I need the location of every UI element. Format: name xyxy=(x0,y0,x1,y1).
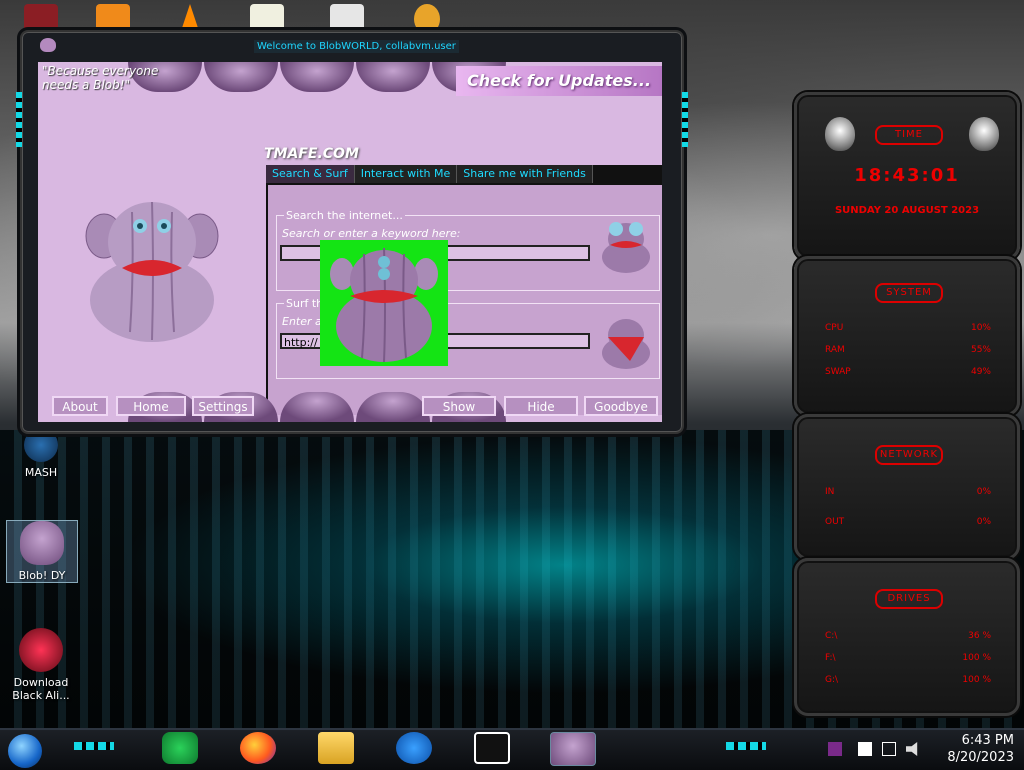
slogan-text: "Because everyone needs a Blob!" xyxy=(42,64,159,92)
drive-f-label: F:\ xyxy=(825,653,836,663)
alien-head-icon xyxy=(969,117,999,151)
blob-segment xyxy=(280,62,354,92)
tab-search-surf[interactable]: Search & Surf xyxy=(266,165,355,183)
drive-f-row: F:\ 100 % xyxy=(825,653,991,663)
drive-g-label: G:\ xyxy=(825,675,839,685)
about-button[interactable]: About xyxy=(52,396,108,416)
net-out-value: 0% xyxy=(976,517,991,527)
tray-app-icon[interactable] xyxy=(828,742,842,756)
desktop-icon-label: Download Black Ali... xyxy=(12,676,70,702)
desktop-icon-mash[interactable]: MASH xyxy=(6,428,76,479)
file-explorer-icon[interactable] xyxy=(318,732,354,764)
spotify-icon[interactable] xyxy=(162,732,198,764)
tab-interact[interactable]: Interact with Me xyxy=(354,165,458,183)
hide-button[interactable]: Hide xyxy=(504,396,578,416)
drive-c-value: 36 % xyxy=(968,631,991,641)
drive-g-row: G:\ 100 % xyxy=(825,675,991,685)
alien-head-icon xyxy=(825,117,855,151)
swap-row: SWAP 49% xyxy=(825,367,991,377)
volume-icon[interactable] xyxy=(906,742,918,756)
net-out-label: OUT xyxy=(825,517,845,527)
time-gadget-date: SUNDAY 20 AUGUST 2023 xyxy=(834,205,980,216)
desktop-icon-label: Blob! DY xyxy=(18,569,66,582)
internet-explorer-icon[interactable] xyxy=(396,732,432,764)
system-gadget[interactable]: SYSTEM CPU 10% RAM 55% SWAP 49% xyxy=(794,256,1020,416)
window-accent-left xyxy=(16,92,22,147)
drive-f-value: 100 % xyxy=(962,653,991,663)
goodbye-button[interactable]: Goodbye xyxy=(584,396,658,416)
network-gadget-title: NETWORK xyxy=(875,445,943,465)
top-blob-border xyxy=(128,62,506,92)
drive-c-label: C:\ xyxy=(825,631,838,641)
taskbar-clock[interactable]: 6:43 PM 8/20/2023 xyxy=(947,732,1014,766)
cpu-label: CPU xyxy=(825,323,844,333)
cpu-value: 10% xyxy=(970,323,991,333)
blob-character-goggles xyxy=(330,247,438,363)
tab-share[interactable]: Share me with Friends xyxy=(457,165,593,183)
brand-link[interactable]: TMAFE.COM xyxy=(264,146,359,162)
taskbar: 6:43 PM 8/20/2023 xyxy=(0,728,1024,770)
desktop-icon-blob[interactable]: Blob! DY xyxy=(6,520,78,583)
search-hint: Search or enter a keyword here: xyxy=(282,227,461,240)
swap-label: SWAP xyxy=(825,367,851,377)
blob-segment xyxy=(204,62,278,92)
taskbar-accent-right xyxy=(726,742,766,750)
7zip-icon[interactable] xyxy=(474,732,510,764)
settings-button[interactable]: Settings xyxy=(192,396,254,416)
drives-gadget-title: DRIVES xyxy=(875,589,943,609)
desktop-icon-download-black-alien[interactable]: Download Black Ali... xyxy=(6,628,76,702)
check-updates-button[interactable]: Check for Updates... xyxy=(456,66,662,96)
network-tray-icon[interactable] xyxy=(882,742,896,756)
net-in-label: IN xyxy=(825,487,835,497)
time-gadget[interactable]: TIME 18:43:01 SUNDAY 20 AUGUST 2023 xyxy=(794,92,1020,260)
blob-segment xyxy=(356,62,430,92)
blobworld-window[interactable]: Welcome to BlobWORLD, collabvm.user "Bec… xyxy=(16,30,688,434)
ram-label: RAM xyxy=(825,345,845,355)
blob-bandana-icon[interactable] xyxy=(600,313,652,369)
window-blob-icon[interactable] xyxy=(40,38,56,52)
home-button[interactable]: Home xyxy=(116,396,186,416)
system-gadget-title: SYSTEM xyxy=(875,283,943,303)
desktop-icon-label: MASH xyxy=(24,466,58,479)
net-in-row: IN 0% xyxy=(825,487,991,497)
window-title: Welcome to BlobWORLD, collabvm.user xyxy=(254,40,459,53)
blob-app-icon[interactable] xyxy=(550,732,596,766)
tab-strip: Search & Surf Interact with Me Share me … xyxy=(266,165,593,183)
search-group-label: Search the internet... xyxy=(284,209,405,222)
drive-c-row: C:\ 36 % xyxy=(825,631,991,641)
blob-segment xyxy=(356,392,430,422)
blob-goggles-icon[interactable] xyxy=(600,217,652,273)
alien-ball-icon xyxy=(19,628,63,672)
swap-value: 49% xyxy=(970,367,991,377)
firefox-icon[interactable] xyxy=(240,732,276,764)
net-out-row: OUT 0% xyxy=(825,517,991,527)
drives-gadget[interactable]: DRIVES C:\ 36 % F:\ 100 % G:\ 100 % xyxy=(794,558,1020,716)
net-in-value: 0% xyxy=(976,487,991,497)
blob-icon xyxy=(20,521,64,565)
window-accent-right xyxy=(682,92,688,147)
taskbar-accent-left xyxy=(74,742,114,750)
network-gadget[interactable]: NETWORK IN 0% OUT 0% xyxy=(794,414,1020,560)
taskbar-time: 6:43 PM xyxy=(961,733,1014,748)
ram-row: RAM 55% xyxy=(825,345,991,355)
time-gadget-title: TIME xyxy=(875,125,943,145)
drive-g-value: 100 % xyxy=(962,675,991,685)
show-button[interactable]: Show xyxy=(422,396,496,416)
tray-flag-icon[interactable] xyxy=(858,742,872,756)
cpu-row: CPU 10% xyxy=(825,323,991,333)
time-gadget-clock: 18:43:01 xyxy=(854,165,960,186)
start-button[interactable] xyxy=(8,734,42,768)
surf-hint: Enter a xyxy=(282,315,322,328)
ram-value: 55% xyxy=(970,345,991,355)
blob-character[interactable] xyxy=(82,192,222,342)
blob-segment xyxy=(280,392,354,422)
blob-character-overlay[interactable] xyxy=(320,240,448,366)
taskbar-date: 8/20/2023 xyxy=(947,750,1014,765)
